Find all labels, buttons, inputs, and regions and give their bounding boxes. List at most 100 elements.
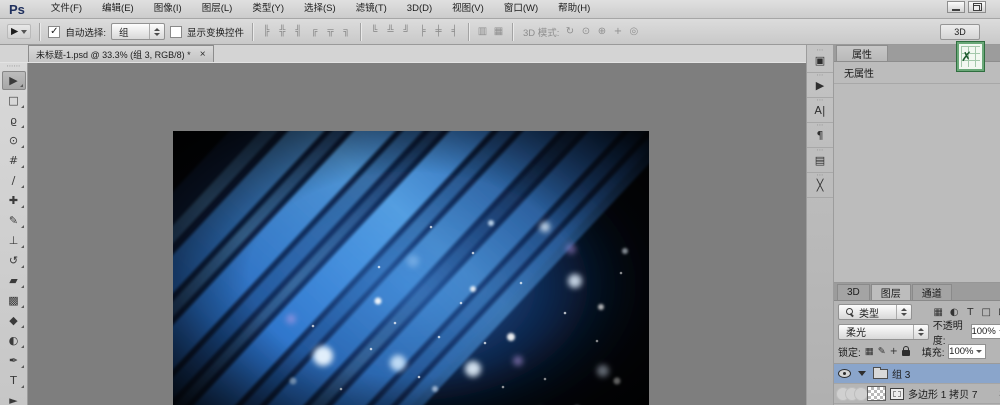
tool-presets-panel-icon[interactable]: ╳ <box>807 173 833 198</box>
history-brush-tool[interactable]: ↺ <box>2 251 26 270</box>
mode-3d-label: 3D 模式: <box>523 25 559 39</box>
show-transform-checkbox[interactable] <box>170 26 182 38</box>
quick-selection-tool[interactable]: ⊙ <box>2 131 26 150</box>
panel-tab[interactable]: 3D <box>837 284 870 300</box>
lock-transparent-icon[interactable]: ▦ <box>865 346 874 357</box>
opacity-input[interactable]: 100% <box>971 324 1000 339</box>
menu-bar: Ps 文件(F)编辑(E)图像(I)图层(L)类型(Y)选择(S)滤镜(T)3D… <box>0 0 1000 19</box>
menu-item[interactable]: 窗口(W) <box>494 0 548 18</box>
align-icon[interactable]: ╦ <box>325 26 336 37</box>
align-icon[interactable]: ╪ <box>433 26 444 37</box>
menu-items: 文件(F)编辑(E)图像(I)图层(L)类型(Y)选择(S)滤镜(T)3D(D)… <box>41 0 600 18</box>
close-icon[interactable]: × <box>200 49 206 60</box>
chevron-down-icon <box>21 30 27 34</box>
eyedropper-tool[interactable]: ∕ <box>2 171 26 190</box>
mode-3d-icon[interactable]: ⊙ <box>580 26 591 37</box>
lock-paint-icon[interactable]: ✎ <box>878 346 886 357</box>
fill-input[interactable]: 100% <box>948 344 986 359</box>
excel-x-glyph: ✗ <box>961 50 972 63</box>
auto-select-label: 自动选择: <box>65 25 106 39</box>
divider <box>39 23 40 41</box>
expand-triangle-icon[interactable] <box>858 371 866 376</box>
path-selection-tool[interactable]: ► <box>2 391 26 405</box>
eraser-tool[interactable]: ▰ <box>2 271 26 290</box>
layer-comps-panel-icon[interactable]: ▤ <box>807 148 833 173</box>
clone-source-panel-icon[interactable]: ▣ <box>807 48 833 73</box>
gradient-tool[interactable]: ▩ <box>2 291 26 310</box>
menu-item[interactable]: 编辑(E) <box>92 0 144 18</box>
chevron-down-icon <box>976 350 982 353</box>
blend-mode-dropdown[interactable]: 柔光 <box>838 324 929 340</box>
canvas-area[interactable] <box>28 63 806 405</box>
actions-panel-icon[interactable]: ▶ <box>807 73 833 98</box>
minimize-button[interactable] <box>947 1 965 13</box>
workspace-3d-button[interactable]: 3D <box>940 24 980 40</box>
mode-3d-icon[interactable]: ◎ <box>628 26 639 37</box>
lock-position-icon[interactable]: + <box>890 346 898 357</box>
mode-3d-icon[interactable]: ⊕ <box>596 26 607 37</box>
tab-properties[interactable]: 属性 <box>836 45 888 61</box>
menu-item[interactable]: 类型(Y) <box>242 0 294 18</box>
filter-smart-objects-icon[interactable]: ⊡ <box>996 307 1000 318</box>
character-panel-icon[interactable]: A| <box>807 98 833 123</box>
show-transform-label: 显示变换控件 <box>187 25 244 39</box>
mode-3d-icon[interactable]: ↻ <box>564 26 575 37</box>
vector-mask-icon[interactable] <box>890 388 904 400</box>
menu-item[interactable]: 帮助(H) <box>548 0 600 18</box>
align-icon[interactable]: ╝ <box>401 26 412 37</box>
layer-row[interactable]: 多边形 1 拷贝 7 fx <box>834 384 1000 404</box>
filter-shape-layers-icon[interactable]: □ <box>980 307 993 318</box>
align-icon[interactable]: ╔ <box>309 26 320 37</box>
blur-tool[interactable]: ◆ <box>2 311 26 330</box>
visibility-eye-icon[interactable] <box>838 369 851 378</box>
stepper-icon <box>913 325 928 339</box>
menu-item[interactable]: 文件(F) <box>41 0 92 18</box>
auto-select-checkbox[interactable]: ✓ <box>48 26 60 38</box>
brush-tool[interactable]: ✎ <box>2 211 26 230</box>
dodge-tool[interactable]: ◐ <box>2 331 26 350</box>
align-icon[interactable]: ╗ <box>341 26 352 37</box>
panel-grip-icon[interactable]: ⋯⋯ <box>7 64 21 71</box>
restore-icon <box>973 5 980 11</box>
align-icon[interactable]: ╞ <box>417 26 428 37</box>
auto-select-dropdown[interactable]: 组 <box>111 23 165 40</box>
menu-item[interactable]: 滤镜(T) <box>346 0 397 18</box>
align-icon[interactable]: ╩ <box>385 26 396 37</box>
spot-healing-brush-tool[interactable]: ✚ <box>2 191 26 210</box>
menu-item[interactable]: 图层(L) <box>192 0 243 18</box>
clone-stamp-tool[interactable]: ⊥ <box>2 231 26 250</box>
align-icon[interactable]: ╡ <box>449 26 460 37</box>
align-icon[interactable]: ╠ <box>261 26 272 37</box>
menu-item[interactable]: 选择(S) <box>294 0 346 18</box>
layer-filter-dropdown[interactable]: 类型 <box>838 304 912 320</box>
check-icon: ✓ <box>50 27 58 37</box>
pen-tool[interactable]: ✒ <box>2 351 26 370</box>
align-icon[interactable]: ╚ <box>369 26 380 37</box>
current-tool-chip[interactable]: ▶ <box>7 24 31 39</box>
distribute-icon[interactable]: ▥ <box>477 26 488 37</box>
menu-item[interactable]: 3D(D) <box>397 0 442 18</box>
mode-3d-icon[interactable]: + <box>612 26 623 37</box>
menu-item[interactable]: 视图(V) <box>442 0 494 18</box>
panel-tab[interactable]: 图层 <box>871 284 911 300</box>
panel-tab[interactable]: 通道 <box>912 284 952 300</box>
divider <box>360 23 361 41</box>
lock-all-icon[interactable] <box>902 350 910 356</box>
align-icon[interactable]: ╬ <box>277 26 288 37</box>
align-icon[interactable]: ╣ <box>293 26 304 37</box>
distribute-icon[interactable]: ▦ <box>493 26 504 37</box>
excel-file-icon[interactable]: ✗ <box>957 42 984 71</box>
restore-button[interactable] <box>968 1 986 13</box>
document-tab[interactable]: 未标题-1.psd @ 33.3% (组 3, RGB/8) * × <box>28 45 214 62</box>
rectangular-marquee-tool[interactable]: □ <box>2 91 26 110</box>
lasso-tool[interactable]: ϱ <box>2 111 26 130</box>
menu-item[interactable]: 图像(I) <box>144 0 192 18</box>
move-tool[interactable]: ▶ <box>2 71 26 90</box>
canvas-artwork[interactable] <box>173 131 649 405</box>
type-tool[interactable]: T <box>2 371 26 390</box>
paragraph-panel-icon[interactable]: ¶ <box>807 123 833 148</box>
crop-tool[interactable]: # <box>2 151 26 170</box>
layers-list: 组 3 多边形 1 拷贝 7 fx <box>834 363 1000 404</box>
layer-thumbnail[interactable] <box>867 386 886 401</box>
layer-row-group[interactable]: 组 3 <box>834 364 1000 384</box>
